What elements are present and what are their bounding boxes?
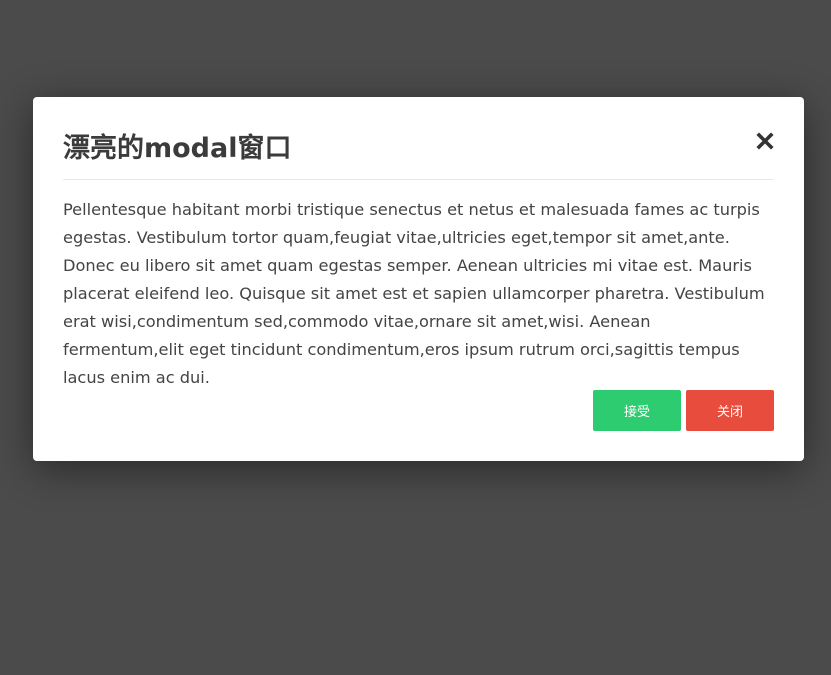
modal-header: 漂亮的modal窗口	[63, 97, 774, 180]
close-button[interactable]: 关闭	[686, 390, 774, 431]
modal-body-text: Pellentesque habitant morbi tristique se…	[63, 200, 765, 387]
accept-button[interactable]: 接受	[593, 390, 681, 431]
close-x-icon[interactable]	[755, 129, 775, 151]
modal-title: 漂亮的modal窗口	[63, 133, 292, 164]
modal-footer: 接受 关闭	[593, 390, 774, 431]
modal-dialog: 漂亮的modal窗口 Pellentesque habitant morbi t…	[33, 97, 804, 461]
